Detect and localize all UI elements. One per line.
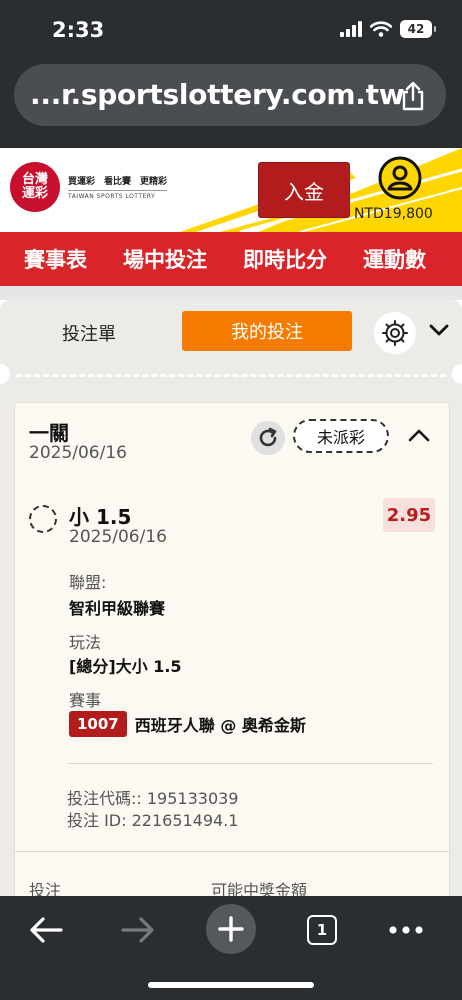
cellular-signal-icon [340,21,362,37]
chevron-up-icon[interactable] [407,427,431,443]
wifi-icon [370,21,392,37]
gear-icon [382,320,408,346]
bet-panel: 投注單 我的投注 一關 2025/06/16 未派彩 小 1.5 2025/06… [0,300,462,900]
card-footer-divider [15,851,449,852]
back-button[interactable] [24,908,68,952]
settlement-status-badge: 未派彩 [293,419,389,453]
battery-icon: 42 [400,20,436,38]
market-label: 玩法 [69,633,102,652]
logo-english: TAIWAN SPORTS LOTTERY [68,190,168,200]
logo-line2: 運彩 [21,186,48,201]
ticket-notch-right [452,364,462,384]
home-indicator [148,982,314,988]
logo-slogan: 買運彩 看比賽 更精彩 [68,177,168,187]
plus-icon [218,916,244,942]
odds-badge: 2.95 [383,498,435,532]
nav-item-live-betting[interactable]: 場中投注 [123,244,207,274]
tab-bet-slip[interactable]: 投注單 [62,320,116,346]
site-header: 台灣 運彩 買運彩 看比賽 更精彩 TAIWAN SPORTS LOTTERY … [0,148,462,232]
event-name: 西班牙人聯 @ 奧希金斯 [134,716,306,735]
user-account-icon[interactable] [378,156,422,200]
market-value: [總分]大小 1.5 [69,657,182,676]
status-bar: 2:33 42 [0,0,462,60]
bet-type: 一關 [29,421,69,445]
chevron-down-icon[interactable] [428,322,450,338]
refresh-icon [259,427,277,447]
nav-item-live-scores[interactable]: 即時比分 [243,244,327,274]
selection-name: 小 1.5 [69,505,132,529]
event-row: 1007 西班牙人聯 @ 奧希金斯 [69,711,306,737]
battery-level: 42 [407,22,425,36]
status-time: 2:33 [52,18,105,42]
logo-emblem: 台灣 運彩 [10,162,60,212]
url-text: ...r.sportslottery.com.tw [30,78,405,111]
ticket-notch-left [0,364,10,384]
forward-button[interactable] [116,908,160,952]
tabs-button[interactable]: 1 [300,908,344,952]
bet-tabs: 投注單 我的投注 [0,300,462,366]
url-field[interactable]: ...r.sportslottery.com.tw [14,64,446,126]
site-logo[interactable]: 台灣 運彩 買運彩 看比賽 更精彩 TAIWAN SPORTS LOTTERY [10,162,168,212]
selection-radio[interactable] [29,505,57,533]
league-label: 聯盟: [69,573,107,592]
account-balance: NTD19,800 [354,206,433,222]
refresh-button[interactable] [251,421,285,455]
status-icons: 42 [340,20,436,38]
event-label: 賽事 [69,691,102,710]
details-divider [69,763,433,764]
bet-date: 2025/06/16 [29,443,127,463]
settings-button[interactable] [374,312,416,354]
league-value: 智利甲級聯賽 [69,599,166,618]
ticket-divider [16,374,446,377]
more-menu-button[interactable] [384,908,428,952]
deposit-button[interactable]: 入金 [258,162,350,218]
tab-count: 1 [307,915,337,945]
nav-item-schedule[interactable]: 賽事表 [24,244,87,274]
back-arrow-icon [30,917,63,943]
new-tab-button[interactable] [206,904,256,954]
bet-code: 投注代碼:: 195133039 [67,789,239,808]
browser-address-bar: ...r.sportslottery.com.tw [0,60,462,148]
main-nav: 賽事表 場中投注 即時比分 運動數 [0,232,462,286]
event-code-badge: 1007 [69,711,127,737]
bet-card: 一關 2025/06/16 未派彩 小 1.5 2025/06/16 2.95 … [14,402,450,900]
logo-line1: 台灣 [21,172,48,187]
more-icon [389,926,423,934]
tab-my-bets[interactable]: 我的投注 [182,311,352,351]
nav-item-sports-data[interactable]: 運動數 [363,244,426,274]
forward-arrow-icon [121,917,154,943]
bet-id: 投注 ID: 221651494.1 [67,811,239,830]
selection-date: 2025/06/16 [69,527,167,547]
nav-spacer [0,286,462,300]
share-icon[interactable] [400,81,426,111]
